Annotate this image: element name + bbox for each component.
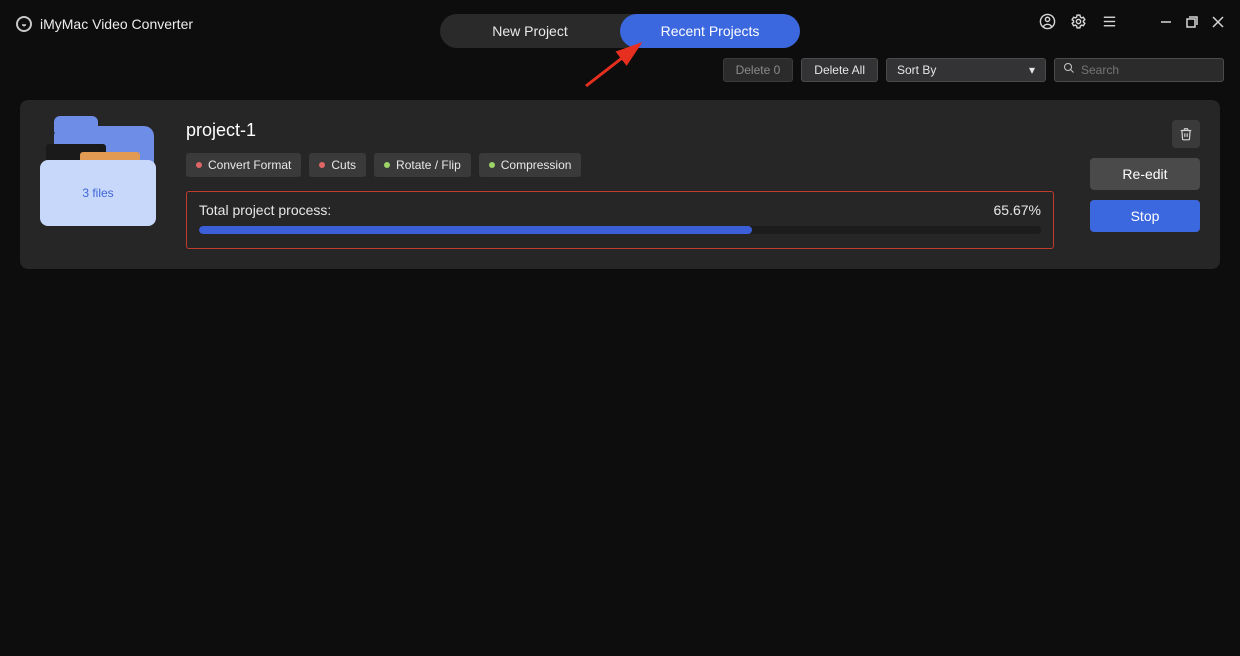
reedit-button[interactable]: Re-edit [1090,158,1200,190]
progress-percent: 65.67% [994,202,1041,218]
delete-selected-button[interactable]: Delete 0 [723,58,794,82]
main-tabs: New Project Recent Projects [440,14,800,48]
project-actions: Re-edit Stop [1080,120,1200,249]
tag-compression: Compression [479,153,582,177]
sort-by-label: Sort By [897,63,936,77]
search-input[interactable] [1081,63,1215,77]
delete-all-button[interactable]: Delete All [801,58,878,82]
sort-by-dropdown[interactable]: Sort By ▾ [886,58,1046,82]
project-name: project-1 [186,120,1054,141]
thumbnail-file-count: 3 files [40,160,156,226]
tab-new-project[interactable]: New Project [440,14,620,48]
progress-panel: Total project process: 65.67% [186,191,1054,249]
app-title: iMyMac Video Converter [40,16,193,32]
window-minimize-icon[interactable] [1160,15,1172,33]
search-box[interactable] [1054,58,1224,82]
window-controls [1039,13,1224,35]
delete-project-button[interactable] [1172,120,1200,148]
progress-label: Total project process: [199,202,331,218]
titlebar: ◒ iMyMac Video Converter New Project Rec… [0,0,1240,48]
progress-bar-fill [199,226,752,234]
settings-icon[interactable] [1070,13,1087,35]
chevron-down-icon: ▾ [1029,63,1035,77]
menu-icon[interactable] [1101,13,1118,35]
app-logo-icon: ◒ [16,16,32,32]
project-thumbnail: 3 files [40,126,160,226]
toolbar: Delete 0 Delete All Sort By ▾ [0,54,1240,86]
tag-convert-format: Convert Format [186,153,301,177]
window-maximize-icon[interactable] [1186,15,1198,33]
stop-button[interactable]: Stop [1090,200,1200,232]
window-close-icon[interactable] [1212,15,1224,33]
project-card: 3 files project-1 Convert Format Cuts Ro… [20,100,1220,269]
tag-rotate-flip: Rotate / Flip [374,153,471,177]
progress-bar [199,226,1041,234]
tab-recent-projects[interactable]: Recent Projects [620,14,800,48]
project-main: project-1 Convert Format Cuts Rotate / F… [186,120,1054,249]
account-icon[interactable] [1039,13,1056,35]
project-tags: Convert Format Cuts Rotate / Flip Compre… [186,153,1054,177]
tag-cuts: Cuts [309,153,366,177]
search-icon [1063,61,1075,79]
